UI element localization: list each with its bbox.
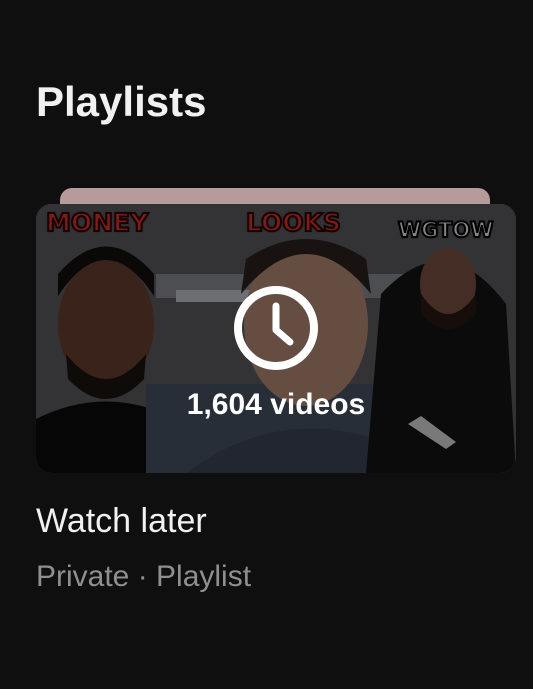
playlist-thumbnail[interactable]: MONEY LOOKS WGTOW 1,604 videos (36, 204, 516, 473)
playlist-card-watch-later[interactable]: MONEY LOOKS WGTOW 1,604 videos Watch lat… (36, 188, 516, 593)
screen: Playlists MONEY LOOKS WGTOW 1,604 videos… (0, 0, 533, 689)
section-title: Playlists (36, 78, 207, 125)
playlist-title[interactable]: Watch later (36, 501, 207, 541)
video-count: 1,604 videos (186, 388, 366, 421)
clock-icon (234, 286, 318, 370)
playlist-meta: Private · Playlist (36, 560, 252, 593)
